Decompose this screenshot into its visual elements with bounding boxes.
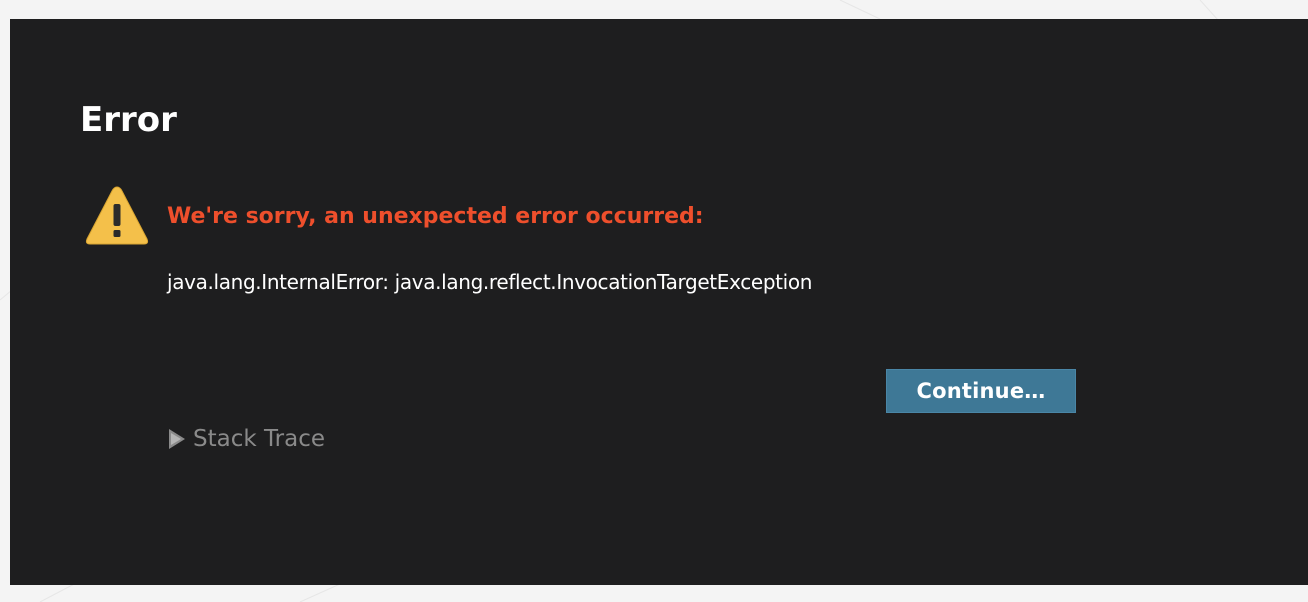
stack-trace-toggle[interactable]: Stack Trace bbox=[167, 424, 325, 454]
error-dialog: Error We're sorry, an unexpected error o… bbox=[10, 19, 1308, 585]
continue-button[interactable]: Continue… bbox=[886, 369, 1076, 413]
dialog-title: Error bbox=[80, 100, 177, 140]
stack-trace-label: Stack Trace bbox=[193, 426, 326, 452]
error-message: java.lang.InternalError: java.lang.refle… bbox=[167, 270, 813, 294]
warning-icon bbox=[85, 186, 149, 245]
disclosure-triangle-icon bbox=[169, 429, 185, 449]
error-heading: We're sorry, an unexpected error occurre… bbox=[167, 204, 704, 229]
